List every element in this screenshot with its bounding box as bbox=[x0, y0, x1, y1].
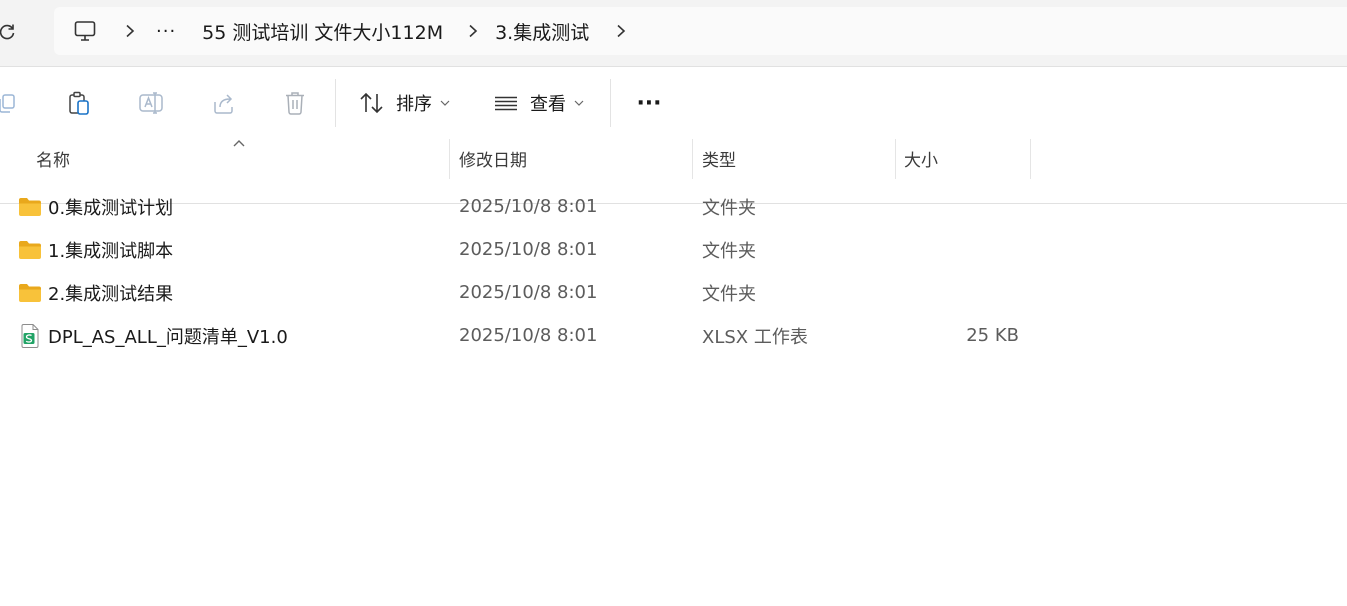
file-name-cell[interactable]: 0.集成测试计划 bbox=[18, 185, 173, 228]
see-more-button[interactable]: ··· bbox=[634, 85, 664, 121]
breadcrumb-more-button[interactable]: ··· bbox=[156, 7, 176, 55]
monitor-icon bbox=[74, 21, 96, 41]
copy-button[interactable] bbox=[0, 89, 22, 117]
sort-ascending-icon bbox=[233, 140, 245, 147]
chevron-right-icon bbox=[126, 24, 135, 38]
column-header-label: 修改日期 bbox=[459, 150, 527, 171]
file-type: 文件夹 bbox=[702, 240, 756, 262]
column-header-label: 大小 bbox=[904, 150, 938, 171]
command-separator bbox=[610, 79, 611, 127]
chevron-down-icon bbox=[574, 99, 584, 107]
breadcrumb-item-2[interactable]: 3.集成测试 bbox=[495, 7, 589, 55]
file-row[interactable]: 1.集成测试脚本 2025/10/8 8:01 文件夹 bbox=[0, 228, 1347, 271]
file-explorer-window: ··· 55 测试培训 文件大小112M 3.集成测试 排序 查看 ··· 名称… bbox=[0, 0, 1347, 606]
column-header-name[interactable]: 名称 bbox=[36, 137, 70, 179]
file-type: 文件夹 bbox=[702, 197, 756, 219]
command-bar: 排序 查看 ··· bbox=[0, 67, 1347, 204]
share-icon bbox=[214, 94, 233, 114]
file-name-cell[interactable]: DPL_AS_ALL_问题清单_V1.0 bbox=[18, 314, 288, 357]
trash-icon bbox=[286, 92, 304, 115]
copy-icon bbox=[0, 94, 15, 113]
breadcrumb-item-label: 3.集成测试 bbox=[495, 21, 590, 44]
address-bar[interactable]: ··· 55 测试培训 文件大小112M 3.集成测试 bbox=[54, 7, 1347, 55]
file-modified-date: 2025/10/8 8:01 bbox=[459, 239, 598, 260]
file-row[interactable]: DPL_AS_ALL_问题清单_V1.0 2025/10/8 8:01 XLSX 工… bbox=[0, 314, 1347, 357]
chevron-down-icon bbox=[440, 99, 450, 107]
file-row[interactable]: 0.集成测试计划 2025/10/8 8:01 文件夹 bbox=[0, 185, 1347, 228]
view-label: 查看 bbox=[530, 94, 566, 115]
file-modified-date: 2025/10/8 8:01 bbox=[459, 282, 598, 303]
sort-button[interactable]: 排序 bbox=[358, 85, 450, 121]
file-name: 1.集成测试脚本 bbox=[48, 240, 174, 262]
chevron-right-icon bbox=[617, 24, 626, 38]
refresh-icon bbox=[0, 24, 15, 40]
this-pc-button[interactable] bbox=[72, 18, 98, 44]
file-name: 2.集成测试结果 bbox=[48, 283, 174, 305]
breadcrumb-chevron-2[interactable] bbox=[461, 19, 485, 43]
command-separator bbox=[335, 79, 336, 127]
folder-icon bbox=[18, 281, 42, 305]
breadcrumb-chevron-3[interactable] bbox=[609, 19, 633, 43]
column-resize-handle[interactable] bbox=[449, 139, 450, 179]
xlsx-file-icon bbox=[18, 323, 42, 348]
file-size: 25 KB bbox=[966, 325, 1019, 346]
file-name: DPL_AS_ALL_问题清单_V1.0 bbox=[48, 326, 288, 348]
ellipsis-icon: ··· bbox=[156, 20, 177, 42]
folder-icon bbox=[18, 238, 42, 262]
view-list-icon bbox=[495, 96, 517, 111]
file-name-cell[interactable]: 2.集成测试结果 bbox=[18, 271, 173, 314]
more-icon: ··· bbox=[636, 90, 662, 116]
breadcrumb-item-1[interactable]: 55 测试培训 文件大小112M bbox=[202, 7, 443, 55]
file-size bbox=[900, 228, 1019, 271]
column-header-size[interactable]: 大小 bbox=[904, 137, 938, 179]
folder-icon bbox=[18, 195, 42, 219]
file-row[interactable]: 2.集成测试结果 2025/10/8 8:01 文件夹 bbox=[0, 271, 1347, 314]
breadcrumb-chevron-1[interactable] bbox=[118, 19, 142, 43]
paste-icon bbox=[69, 91, 89, 115]
column-header-label: 类型 bbox=[702, 150, 736, 171]
navigation-bar: ··· 55 测试培训 文件大小112M 3.集成测试 bbox=[0, 0, 1347, 67]
column-header-modified[interactable]: 修改日期 bbox=[459, 137, 527, 179]
rename-button[interactable] bbox=[137, 89, 165, 117]
file-type: 文件夹 bbox=[702, 283, 756, 305]
file-modified-date: 2025/10/8 8:01 bbox=[459, 325, 598, 346]
file-size bbox=[900, 271, 1019, 314]
column-resize-handle[interactable] bbox=[692, 139, 693, 179]
file-modified-date: 2025/10/8 8:01 bbox=[459, 196, 598, 217]
file-size bbox=[900, 185, 1019, 228]
rename-icon bbox=[139, 92, 163, 114]
column-header-type[interactable]: 类型 bbox=[702, 137, 736, 179]
column-resize-handle[interactable] bbox=[895, 139, 896, 179]
chevron-right-icon bbox=[469, 24, 478, 38]
sort-label: 排序 bbox=[396, 94, 432, 115]
file-name-cell[interactable]: 1.集成测试脚本 bbox=[18, 228, 173, 271]
file-type: XLSX 工作表 bbox=[702, 326, 808, 348]
paste-button[interactable] bbox=[65, 89, 93, 117]
breadcrumb-item-label: 55 测试培训 文件大小112M bbox=[202, 21, 444, 44]
share-button[interactable] bbox=[210, 89, 238, 117]
column-resize-handle[interactable] bbox=[1030, 139, 1031, 179]
view-button[interactable]: 查看 bbox=[492, 85, 584, 121]
column-header-label: 名称 bbox=[36, 150, 70, 171]
sort-icon bbox=[360, 92, 383, 114]
refresh-button[interactable] bbox=[0, 19, 20, 45]
delete-button[interactable] bbox=[281, 89, 309, 117]
file-name: 0.集成测试计划 bbox=[48, 197, 174, 219]
